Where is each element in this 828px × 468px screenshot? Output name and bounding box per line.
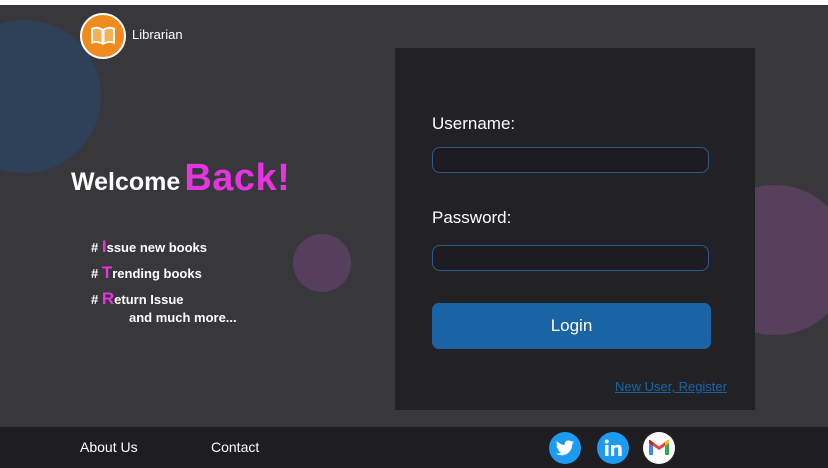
about-us-link[interactable]: About Us <box>80 439 138 455</box>
feature-hash: # <box>91 292 99 307</box>
login-button[interactable]: Login <box>432 303 711 349</box>
feature-text: eturn Issue <box>114 292 184 307</box>
open-book-icon[interactable] <box>80 13 126 59</box>
login-panel: Username: Password: Login New User, Regi… <box>395 48 755 410</box>
username-input[interactable] <box>432 147 709 173</box>
password-label: Password: <box>432 208 512 227</box>
password-input[interactable] <box>432 245 709 271</box>
welcome-text: Welcome <box>71 168 181 196</box>
gmail-icon[interactable] <box>643 432 675 464</box>
linkedin-icon[interactable] <box>597 432 629 464</box>
register-link[interactable]: New User, Register <box>615 379 727 394</box>
more-text: and much more... <box>129 310 237 325</box>
username-label: Username: <box>432 114 516 133</box>
feature-text: rending books <box>112 266 202 281</box>
brand-name: Librarian <box>132 27 183 42</box>
contact-link[interactable]: Contact <box>211 439 259 455</box>
feature-item: # Trending books <box>91 263 207 289</box>
feature-hash: # <box>91 240 99 255</box>
feature-list: # Issue new books # Trending books # Ret… <box>91 237 207 315</box>
welcome-heading: Welcome Back! <box>71 157 290 200</box>
feature-hash: # <box>91 266 99 281</box>
feature-initial: R <box>101 289 115 308</box>
feature-initial: T <box>101 263 113 282</box>
back-text: Back! <box>184 157 291 199</box>
feature-item: # Issue new books <box>91 237 207 263</box>
twitter-icon[interactable] <box>549 432 581 464</box>
app-window: Librarian Welcome Back! # Issue new books… <box>0 5 828 468</box>
footer: About Us Contact <box>0 427 828 468</box>
decorative-circle-purple-small <box>293 234 351 292</box>
feature-text: ssue new books <box>106 240 208 255</box>
